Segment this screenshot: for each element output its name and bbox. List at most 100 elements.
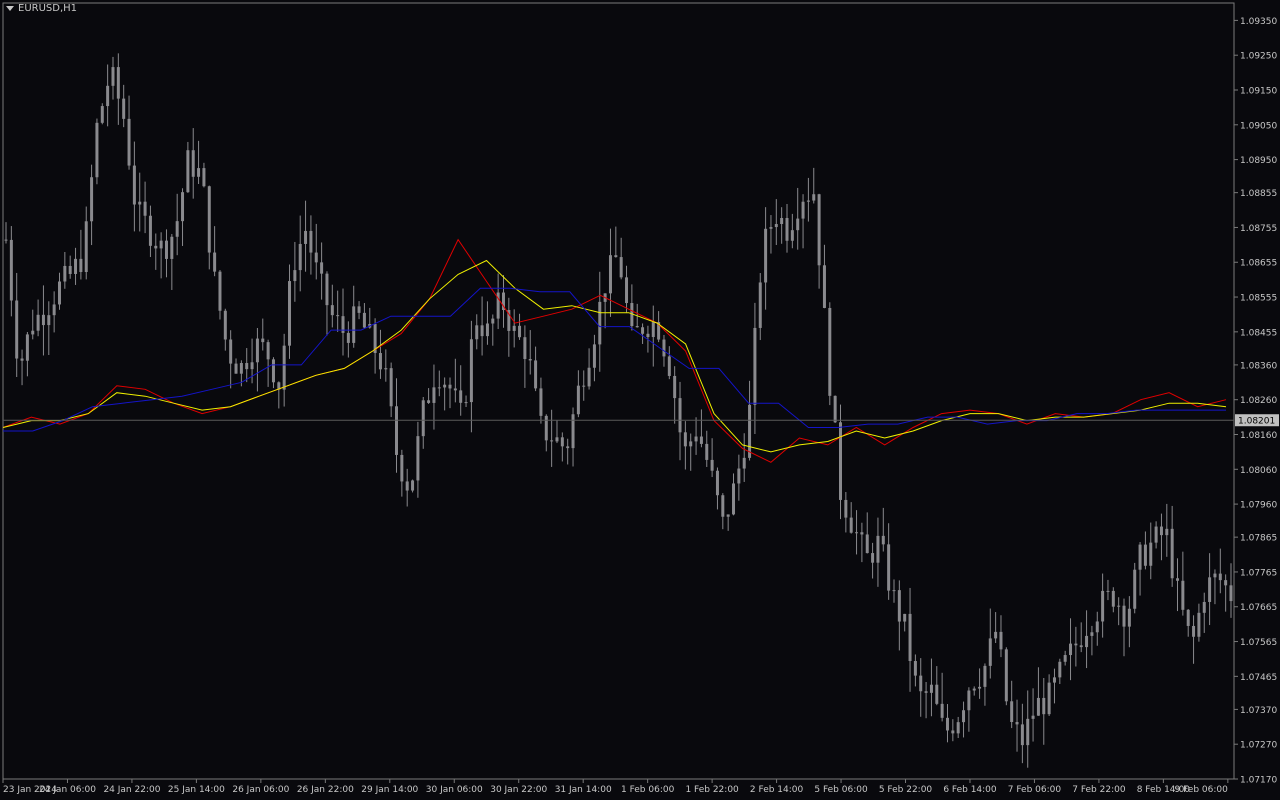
candle-body	[764, 228, 768, 283]
y-tick-label: 1.08855	[1240, 189, 1277, 199]
price-chart[interactable]: 1.09350 1.09250 1.09150 1.09050 1.08950 1.088…	[0, 0, 1280, 800]
candle-body	[170, 236, 174, 259]
candle-body	[582, 385, 586, 387]
candle-body	[790, 230, 794, 241]
candle-body	[352, 306, 356, 343]
candle-body	[293, 270, 297, 282]
candle-body	[1127, 608, 1131, 627]
candle-body	[774, 224, 778, 228]
y-tick-label: 1.07270	[1240, 741, 1277, 751]
x-tick-label: 30 Jan 22:00	[490, 785, 547, 795]
x-tick-label: 24 Jan 22:00	[103, 785, 160, 795]
candle-body	[919, 675, 923, 692]
y-tick-label: 1.08555	[1240, 294, 1277, 304]
candle-body	[20, 358, 24, 361]
candle-body	[336, 315, 340, 317]
candle-body	[1026, 718, 1030, 746]
candle-body	[598, 301, 602, 345]
candle-body	[635, 326, 639, 328]
candle-body	[651, 322, 655, 338]
candle-body	[4, 239, 8, 241]
candle-body	[485, 323, 489, 337]
candle-body	[871, 553, 875, 563]
candle-body	[41, 314, 45, 326]
candle-body	[560, 437, 564, 447]
dropdown-arrow-icon[interactable]	[6, 6, 14, 11]
candle-body	[68, 265, 72, 274]
candle-body	[849, 517, 853, 533]
x-tick-label: 1 Feb 06:00	[621, 785, 675, 795]
candle-body	[710, 459, 714, 471]
candle-body	[1170, 528, 1174, 579]
candle-body	[1149, 542, 1153, 566]
candle-body	[432, 387, 436, 403]
candle-body	[1058, 661, 1062, 678]
candle-body	[1224, 580, 1228, 586]
candle-body	[817, 194, 821, 266]
y-tick-label: 1.07960	[1240, 501, 1277, 511]
candle-body	[822, 265, 826, 308]
candle-body	[298, 243, 302, 271]
candle-body	[314, 252, 318, 263]
candle-body	[935, 684, 939, 704]
x-tick-label: 5 Feb 06:00	[814, 785, 868, 795]
candle-body	[202, 168, 206, 187]
candle-body	[79, 258, 83, 273]
candle-body	[897, 590, 901, 622]
candle-body	[978, 686, 982, 689]
candle-body	[566, 446, 570, 449]
candle-body	[282, 345, 286, 390]
candle-body	[753, 327, 757, 405]
candle-body	[453, 388, 457, 391]
candle-body	[689, 441, 693, 447]
candle-body	[758, 282, 762, 328]
candle-body	[865, 534, 869, 554]
candle-body	[833, 395, 837, 423]
candle-body	[384, 368, 388, 370]
candle-body	[416, 436, 420, 481]
x-tick-label: 1 Feb 22:00	[685, 785, 739, 795]
candle-body	[181, 192, 185, 222]
y-tick-label: 1.07765	[1240, 568, 1277, 578]
candle-body	[876, 535, 880, 563]
y-tick-label: 1.08260	[1240, 396, 1277, 406]
candle-body	[36, 314, 40, 331]
candle-body	[748, 404, 752, 458]
candle-body	[1218, 573, 1222, 581]
symbol-period-label[interactable]: EURUSD,H1	[6, 3, 77, 14]
candle-body	[427, 400, 431, 403]
candle-body	[796, 218, 800, 231]
chart-window[interactable]: 1.09350 1.09250 1.09150 1.09050 1.08950 1.088…	[0, 0, 1280, 800]
candle-body	[239, 363, 243, 374]
candle-body	[143, 201, 147, 216]
candle-body	[213, 252, 217, 272]
candle-body	[1052, 677, 1056, 683]
candle-body	[1143, 544, 1147, 566]
candle-body	[154, 245, 158, 249]
x-tick-label: 7 Feb 22:00	[1072, 785, 1126, 795]
candle-body	[1079, 645, 1083, 648]
candle-body	[571, 414, 575, 449]
candle-body	[1042, 697, 1046, 715]
candle-body	[197, 168, 201, 177]
candle-body	[395, 406, 399, 455]
x-tick-label: 29 Jan 14:00	[361, 785, 418, 795]
candle-body	[678, 398, 682, 433]
candle-body	[148, 215, 152, 246]
candle-body	[74, 258, 78, 274]
candle-body	[191, 150, 195, 177]
candle-body	[138, 201, 142, 205]
candle-body	[111, 67, 115, 86]
candle-body	[945, 717, 949, 731]
candle-body	[726, 514, 730, 517]
candle-body	[207, 186, 211, 253]
candle-body	[84, 221, 88, 273]
candle-body	[1138, 544, 1142, 570]
candle-body	[608, 255, 612, 294]
candle-body	[122, 98, 126, 119]
candle-body	[491, 318, 495, 324]
candle-body	[100, 106, 104, 123]
candle-body	[25, 334, 29, 361]
candle-body	[218, 271, 222, 311]
candle-body	[523, 337, 527, 360]
